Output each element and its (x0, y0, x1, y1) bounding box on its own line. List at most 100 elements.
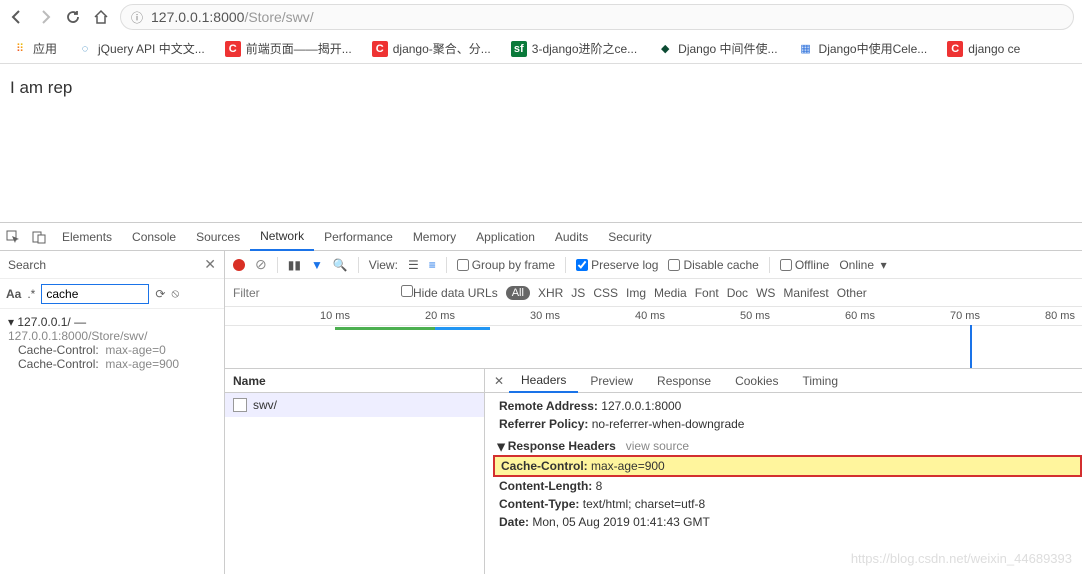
view-source-link[interactable]: view source (626, 439, 689, 453)
headers-body: Remote Address: 127.0.0.1:8000 Referrer … (485, 393, 1082, 531)
clear-button[interactable]: ⊘ (255, 256, 267, 273)
tick: 70 ms (950, 310, 980, 322)
bookmarks-bar: ⠿应用 ◌jQuery API 中文文... C前端页面——揭开... Cdja… (0, 34, 1082, 64)
detail-tab-response[interactable]: Response (645, 369, 723, 393)
filter-icon[interactable]: ▼ (311, 258, 323, 272)
header-line: Remote Address: 127.0.0.1:8000 (493, 397, 1082, 415)
sf-icon: sf (511, 41, 527, 57)
bookmark-item[interactable]: ▦Django中使用Cele... (798, 40, 928, 57)
tab-memory[interactable]: Memory (403, 223, 466, 251)
home-button[interactable] (92, 8, 110, 26)
tab-performance[interactable]: Performance (314, 223, 403, 251)
detail-tab-cookies[interactable]: Cookies (723, 369, 790, 393)
bookmark-item[interactable]: C前端页面——揭开... (225, 40, 352, 57)
tab-sources[interactable]: Sources (186, 223, 250, 251)
apps-shortcut[interactable]: ⠿应用 (12, 40, 57, 57)
request-list: Name swv/ (225, 369, 485, 574)
header-line: Date: Mon, 05 Aug 2019 01:41:43 GMT (493, 513, 1082, 531)
devtools-tabbar: Elements Console Sources Network Perform… (0, 223, 1082, 251)
filter-xhr[interactable]: XHR (538, 286, 563, 300)
filter-manifest[interactable]: Manifest (783, 286, 828, 300)
filter-all[interactable]: All (506, 286, 530, 300)
refresh-icon[interactable]: ⟳ (155, 287, 165, 301)
large-rows-icon[interactable]: ☰ (408, 258, 419, 272)
csdn-icon: C (947, 41, 963, 57)
filter-input[interactable] (233, 286, 393, 300)
header-line: Content-Length: 8 (493, 477, 1082, 495)
url-text: 127.0.0.1:8000/Store/swv/ (151, 9, 314, 25)
bookmark-item[interactable]: ◆Django 中间件使... (657, 40, 777, 57)
filter-ws[interactable]: WS (756, 286, 775, 300)
filter-other[interactable]: Other (837, 286, 867, 300)
header-line: Content-Type: text/html; charset=utf-8 (493, 495, 1082, 513)
filter-img[interactable]: Img (626, 286, 646, 300)
tick: 30 ms (530, 310, 560, 322)
match-case-toggle[interactable]: Aa (6, 287, 21, 301)
filter-media[interactable]: Media (654, 286, 687, 300)
reload-button[interactable] (64, 8, 82, 26)
waterfall-icon[interactable]: ≡ (429, 258, 436, 272)
disable-cache-checkbox[interactable]: Disable cache (668, 258, 758, 272)
device-toggle-icon[interactable] (26, 230, 52, 244)
record-button[interactable] (233, 259, 245, 271)
detail-tabbar: ✕ Headers Preview Response Cookies Timin… (485, 369, 1082, 393)
screenshot-icon[interactable]: ▮▮ (288, 258, 301, 272)
timeline-bar (335, 327, 435, 330)
tick: 40 ms (635, 310, 665, 322)
tab-elements[interactable]: Elements (52, 223, 122, 251)
preserve-log-checkbox[interactable]: Preserve log (576, 258, 658, 272)
tab-console[interactable]: Console (122, 223, 186, 251)
inspect-icon[interactable] (0, 230, 26, 244)
throttling-select[interactable]: Online ▾ (839, 258, 886, 272)
response-headers-section[interactable]: ▶Response Headersview source (493, 433, 1082, 455)
close-detail-icon[interactable]: ✕ (489, 374, 509, 388)
page-content: I am rep (0, 64, 1082, 214)
bookmark-item[interactable]: Cdjango-聚合、分... (372, 40, 491, 57)
tick: 50 ms (740, 310, 770, 322)
search-label: Search (8, 258, 46, 272)
close-icon[interactable]: ✕ (204, 256, 216, 273)
browser-toolbar: ⓘ 127.0.0.1:8000/Store/swv/ (0, 0, 1082, 34)
clear-icon[interactable]: ⦸ (171, 286, 179, 301)
filter-css[interactable]: CSS (593, 286, 618, 300)
timeline-marker (970, 325, 972, 368)
tab-security[interactable]: Security (598, 223, 661, 251)
site-info-icon[interactable]: ⓘ (131, 9, 143, 26)
back-button[interactable] (8, 8, 26, 26)
request-row[interactable]: swv/ (225, 393, 484, 417)
group-by-frame-checkbox[interactable]: Group by frame (457, 258, 555, 272)
search-panel: Search ✕ Aa .* ⟳ ⦸ ▾ 127.0.0.1/ — 127.0.… (0, 251, 225, 574)
tick: 20 ms (425, 310, 455, 322)
page-text: I am rep (10, 78, 72, 97)
tick: 60 ms (845, 310, 875, 322)
tab-audits[interactable]: Audits (545, 223, 598, 251)
address-bar[interactable]: ⓘ 127.0.0.1:8000/Store/swv/ (120, 4, 1074, 30)
devtools-panel: Elements Console Sources Network Perform… (0, 222, 1082, 574)
regex-toggle[interactable]: .* (27, 287, 35, 301)
cnblogs-icon: ▦ (798, 41, 814, 57)
result-line[interactable]: Cache-Control: max-age=0 (8, 343, 216, 357)
result-line[interactable]: Cache-Control: max-age=900 (8, 357, 216, 371)
filter-font[interactable]: Font (695, 286, 719, 300)
forward-button[interactable] (36, 8, 54, 26)
search-icon[interactable]: 🔍 (333, 258, 348, 272)
name-column-header[interactable]: Name (225, 369, 484, 393)
header-line: Referrer Policy: no-referrer-when-downgr… (493, 415, 1082, 433)
tab-network[interactable]: Network (250, 223, 314, 251)
filter-doc[interactable]: Doc (727, 286, 748, 300)
network-timeline[interactable]: 10 ms 20 ms 30 ms 40 ms 50 ms 60 ms 70 m… (225, 307, 1082, 369)
detail-tab-timing[interactable]: Timing (790, 369, 850, 393)
offline-checkbox[interactable]: Offline (780, 258, 829, 272)
detail-tab-preview[interactable]: Preview (578, 369, 645, 393)
bookmark-item[interactable]: Cdjango ce (947, 41, 1020, 57)
detail-tab-headers[interactable]: Headers (509, 369, 578, 393)
hide-data-urls-checkbox[interactable]: Hide data URLs (401, 285, 498, 300)
tab-application[interactable]: Application (466, 223, 545, 251)
bookmark-item[interactable]: sf3-django进阶之ce... (511, 40, 637, 57)
filter-js[interactable]: JS (571, 286, 585, 300)
jquery-icon: ◌ (77, 41, 93, 57)
result-host[interactable]: ▾ 127.0.0.1/ — 127.0.0.1:8000/Store/swv/ (8, 315, 216, 343)
search-input[interactable] (41, 284, 149, 304)
bookmark-item[interactable]: ◌jQuery API 中文文... (77, 40, 205, 57)
search-results: ▾ 127.0.0.1/ — 127.0.0.1:8000/Store/swv/… (0, 309, 224, 377)
